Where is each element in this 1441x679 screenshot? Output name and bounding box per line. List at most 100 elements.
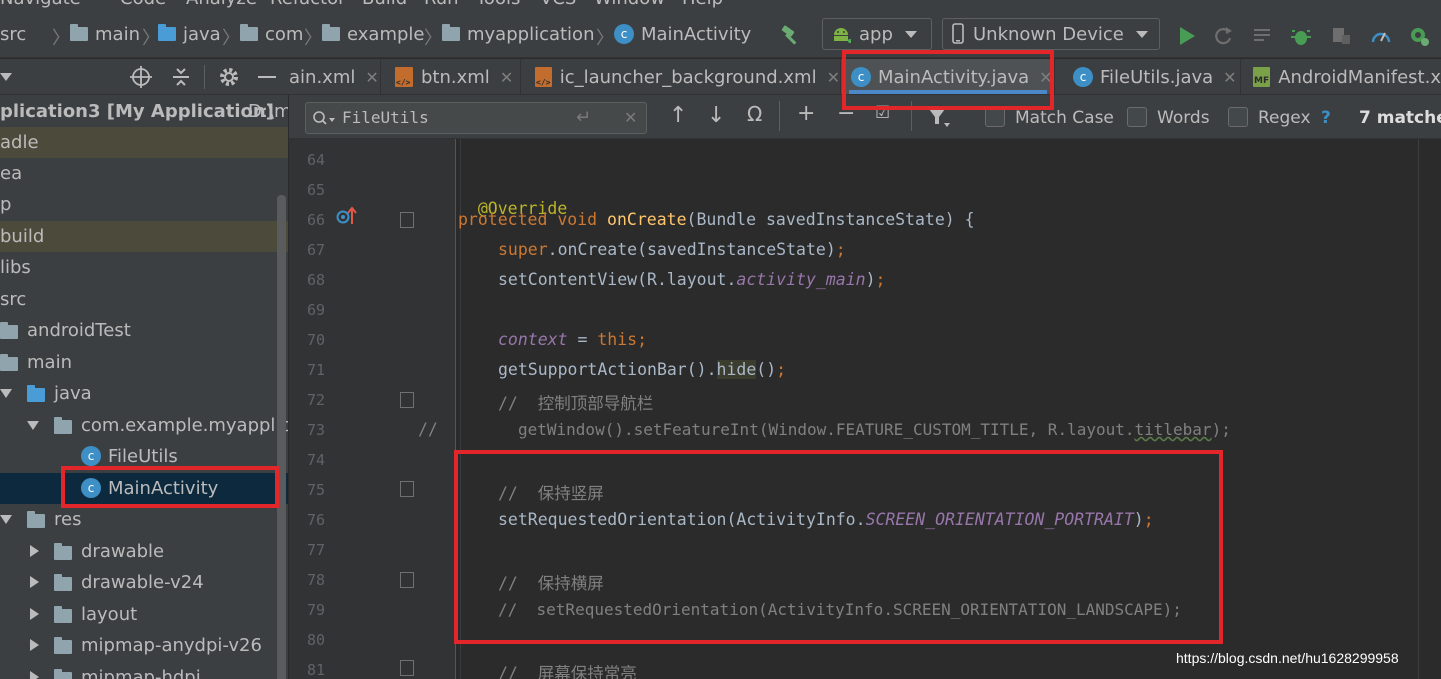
new-line-icon[interactable]: ↵ xyxy=(576,107,591,128)
run-configuration-dropdown[interactable]: app xyxy=(822,18,932,50)
menu-refactor[interactable]: Refactor xyxy=(270,0,346,8)
chevron-down-icon[interactable] xyxy=(0,515,12,524)
tree-item-androidtest[interactable]: androidTest xyxy=(0,315,288,346)
code-token: setContentView(R.layout. xyxy=(498,270,737,289)
tree-item-project-root[interactable]: plication3 [My Application] D:\m xyxy=(0,96,288,127)
words-checkbox[interactable] xyxy=(1127,107,1147,127)
device-selector-dropdown[interactable]: Unknown Device xyxy=(942,18,1160,50)
breadcrumb-com[interactable]: com xyxy=(240,22,303,46)
search-icon[interactable] xyxy=(312,110,336,128)
chevron-right-icon[interactable] xyxy=(30,608,39,620)
tree-item-layout[interactable]: layout xyxy=(0,599,288,630)
tree-item-build[interactable]: build xyxy=(0,221,288,252)
tree-item-libs[interactable]: libs xyxy=(0,252,288,283)
menu-code[interactable]: Code xyxy=(120,0,166,8)
apply-changes-icon[interactable] xyxy=(1212,25,1234,47)
tree-item-package[interactable]: com.example.myapplica xyxy=(0,410,288,441)
chevron-right-icon[interactable] xyxy=(30,639,39,651)
menu-help[interactable]: Help xyxy=(682,0,723,8)
find-search-input[interactable]: FileUtils ↵ ✕ xyxy=(305,102,647,134)
attach-debugger-icon[interactable] xyxy=(1330,25,1352,47)
close-icon[interactable]: ✕ xyxy=(827,68,840,87)
regex-label[interactable]: Regex xyxy=(1258,108,1311,128)
tree-item-app[interactable]: p xyxy=(0,189,288,220)
add-occurrence-icon[interactable]: + xyxy=(797,101,815,126)
menu-window[interactable]: Window xyxy=(594,0,665,8)
apply-code-changes-icon[interactable] xyxy=(1252,25,1274,47)
override-method-icon[interactable] xyxy=(336,206,358,226)
java-class-icon: c xyxy=(81,446,101,466)
previous-occurrence-arrow-up-icon[interactable]: ↑ xyxy=(669,103,687,128)
match-case-checkbox[interactable] xyxy=(985,107,1005,127)
breadcrumb-main[interactable]: main xyxy=(70,22,140,46)
fold-marker-icon[interactable] xyxy=(400,392,414,408)
fold-marker-icon[interactable] xyxy=(400,212,414,228)
tab-androidmanifest[interactable]: MF AndroidManifest.x xyxy=(1241,59,1441,94)
make-project-hammer-icon[interactable] xyxy=(780,25,802,47)
gear-icon[interactable] xyxy=(218,66,240,88)
view-mode-chevron-icon[interactable] xyxy=(0,73,12,81)
debug-bug-icon[interactable] xyxy=(1290,25,1312,47)
fold-marker-icon[interactable] xyxy=(400,481,414,497)
chevron-right-icon[interactable] xyxy=(30,545,39,557)
clear-search-icon[interactable]: ✕ xyxy=(624,108,637,127)
menu-analyze[interactable]: Analyze xyxy=(186,0,257,8)
words-label[interactable]: Words xyxy=(1157,108,1210,128)
select-all-occurrences-icon[interactable]: Ω xyxy=(747,102,762,126)
menu-vcs[interactable]: VCS xyxy=(540,0,576,8)
close-icon[interactable]: ✕ xyxy=(1223,68,1236,87)
comment-token: ); xyxy=(1211,420,1231,439)
fold-marker-icon[interactable] xyxy=(400,660,414,676)
tree-item-idea[interactable]: ea xyxy=(0,158,288,189)
breadcrumb-example[interactable]: example xyxy=(322,22,424,46)
tree-item-drawable-v24[interactable]: drawable-v24 xyxy=(0,567,288,598)
close-icon[interactable]: ✕ xyxy=(365,68,378,87)
breadcrumb-mainactivity[interactable]: c MainActivity xyxy=(614,22,751,46)
tree-item-src[interactable]: src xyxy=(0,284,288,315)
tree-item-drawable[interactable]: drawable xyxy=(0,536,288,567)
menu-tools[interactable]: Tools xyxy=(476,0,520,8)
menu-navigate[interactable]: Navigate xyxy=(0,0,81,8)
fold-marker-icon[interactable] xyxy=(400,572,414,588)
chevron-right-icon[interactable] xyxy=(30,576,39,588)
breadcrumb-src[interactable]: src xyxy=(0,22,26,46)
profiler-gauge-icon[interactable] xyxy=(1370,25,1392,47)
semicolon-token: ; xyxy=(776,360,787,379)
chevron-down-icon[interactable] xyxy=(27,421,39,430)
chevron-down-icon[interactable] xyxy=(0,389,12,398)
project-tree-panel: plication3 [My Application] D:\m adle ea… xyxy=(0,95,289,679)
minimize-icon[interactable] xyxy=(258,76,276,78)
tree-item-main[interactable]: main xyxy=(0,347,288,378)
semicolon-token: ; xyxy=(637,330,648,349)
menu-run[interactable]: Run xyxy=(424,0,459,8)
next-occurrence-arrow-down-icon[interactable]: ↓ xyxy=(707,103,725,128)
tab-ic-launcher-background-xml[interactable]: ic_launcher_background.xml ✕ xyxy=(521,59,841,94)
tab-main-xml[interactable]: ain.xml ✕ xyxy=(289,59,381,94)
tab-btn-xml[interactable]: btn.xml ✕ xyxy=(381,59,521,94)
close-icon[interactable]: ✕ xyxy=(500,68,513,87)
tree-item-res[interactable]: res xyxy=(0,504,288,535)
match-case-label[interactable]: Match Case xyxy=(1015,108,1114,128)
menu-build[interactable]: Build xyxy=(362,0,407,8)
highlight-box-orientation-code xyxy=(454,450,1223,644)
divider xyxy=(204,65,205,89)
tree-item-gradle[interactable]: adle xyxy=(0,127,288,158)
tree-item-java[interactable]: java xyxy=(0,378,288,409)
folder-icon xyxy=(54,543,72,560)
regex-checkbox[interactable] xyxy=(1228,107,1248,127)
tree-item-mipmap-hdpi[interactable]: mipmap-hdpi xyxy=(0,662,288,679)
filter-funnel-icon[interactable] xyxy=(927,107,951,129)
breadcrumb-separator: 〉 xyxy=(222,28,240,49)
run-play-icon[interactable] xyxy=(1176,25,1198,47)
project-scrollbar[interactable] xyxy=(277,195,286,679)
locate-file-target-icon[interactable] xyxy=(130,66,152,88)
regex-help-icon[interactable]: ? xyxy=(1321,108,1331,128)
chevron-down-icon xyxy=(1135,30,1148,38)
collapse-all-icon[interactable] xyxy=(170,66,192,88)
tree-item-mipmap-anydpi-v26[interactable]: mipmap-anydpi-v26 xyxy=(0,630,288,661)
sync-gradle-icon[interactable] xyxy=(1408,25,1430,47)
breadcrumb-java[interactable]: java xyxy=(158,22,221,46)
chevron-right-icon[interactable] xyxy=(30,671,39,679)
tab-fileutils-java[interactable]: c FileUtils.java ✕ xyxy=(1055,59,1241,94)
breadcrumb-myapplication[interactable]: myapplication xyxy=(442,22,594,46)
